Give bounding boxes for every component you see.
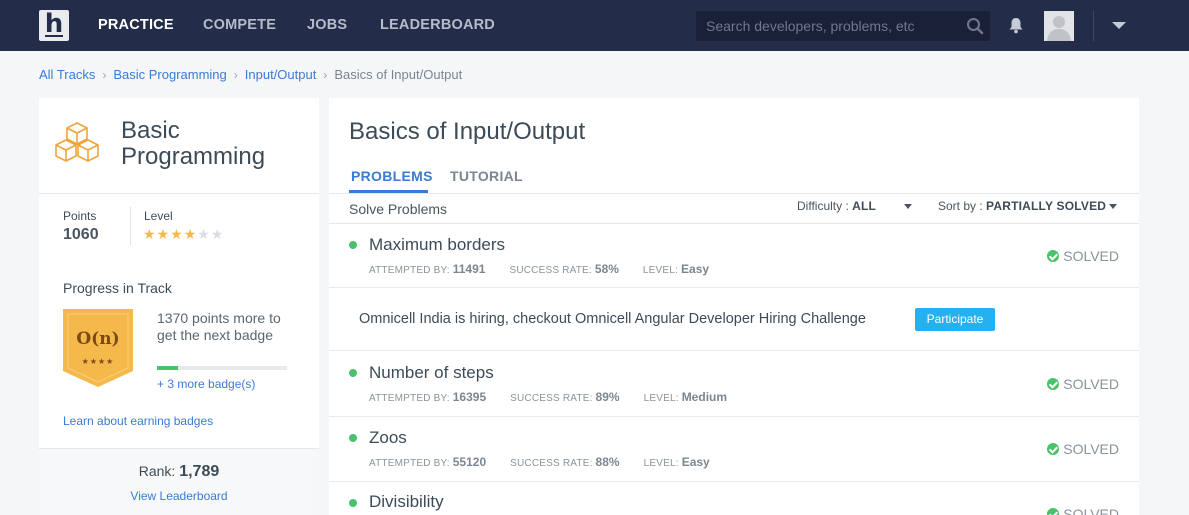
badge-icon: [63, 309, 133, 392]
search-input[interactable]: [696, 11, 958, 41]
badge-progress-bar: [157, 366, 287, 370]
badge-label: O(n): [76, 329, 120, 349]
breadcrumb-input-output[interactable]: Input/Output: [245, 67, 317, 82]
next-badge-text: 1370 points more to get the next badge: [157, 310, 281, 343]
avatar[interactable]: [1044, 11, 1074, 41]
participate-button[interactable]: Participate: [915, 308, 995, 331]
breadcrumb-all-tracks[interactable]: All Tracks: [39, 67, 95, 82]
star-filled-icon: ★: [156, 227, 171, 243]
points-label: Points: [63, 209, 97, 223]
breadcrumb-current: Basics of Input/Output: [334, 67, 463, 82]
chevron-right-icon: ›: [102, 68, 107, 82]
badge-progress-fill: [157, 366, 178, 370]
breadcrumb: All Tracks › Basic Programming › Input/Outpu…: [39, 67, 462, 82]
logo[interactable]: h: [39, 10, 69, 41]
check-icon: [1047, 378, 1060, 390]
solved-dot: [349, 434, 357, 442]
breadcrumb-basic-programming[interactable]: Basic Programming: [113, 67, 226, 82]
nav-practice[interactable]: PRACTICE: [98, 17, 174, 33]
status-badge: SOLVED: [1047, 506, 1119, 515]
star-empty-icon: ★: [210, 227, 225, 243]
star-empty-icon: ★: [197, 227, 211, 243]
problem-row[interactable]: Number of steps ATTEMPTED BY: 16395 SUCCE…: [329, 352, 1139, 417]
page-title: Basics of Input/Output: [349, 118, 586, 145]
track-sidebar: Basic Programming Points 1060 Level ★★★★…: [39, 98, 319, 515]
tab-problems[interactable]: PROBLEMS: [351, 168, 433, 184]
problem-meta: ATTEMPTED BY: 11491 SUCCESS RATE: 58% LEVE…: [369, 262, 710, 276]
tab-tutorial[interactable]: TUTORIAL: [450, 168, 523, 184]
sort-value: PARTIALLY SOLVED: [986, 199, 1107, 213]
status-badge: SOLVED: [1047, 441, 1119, 457]
nav-jobs[interactable]: JOBS: [307, 17, 347, 33]
view-leaderboard-link[interactable]: View Leaderboard: [39, 489, 319, 503]
problem-name: Zoos: [369, 428, 407, 447]
sort-filter[interactable]: Sort by : PARTIALLY SOLVED: [938, 199, 1118, 213]
progress-title: Progress in Track: [63, 280, 172, 296]
track-title: Basic Programming: [121, 117, 266, 170]
star-filled-icon: ★: [143, 227, 157, 243]
problem-row[interactable]: Maximum borders ATTEMPTED BY: 11491 SUCCE…: [329, 224, 1139, 288]
logo-letter: h: [44, 9, 64, 39]
chevron-down-icon: [904, 204, 913, 210]
rank-value: 1,789: [179, 463, 220, 480]
problem-row[interactable]: Divisibility SOLVED: [329, 482, 1139, 515]
problems-panel: Basics of Input/Output PROBLEMS TUTORIAL…: [329, 98, 1139, 515]
check-icon: [1047, 443, 1060, 455]
problem-meta: ATTEMPTED BY: 55120 SUCCESS RATE: 88% LEVE…: [369, 455, 710, 469]
nav-leaderboard[interactable]: LEADERBOARD: [380, 17, 495, 33]
rank-box: Rank: 1,789 View Leaderboard: [39, 449, 319, 515]
chevron-down-icon[interactable]: [1112, 22, 1126, 29]
badge-stars: ★★★★: [81, 357, 115, 366]
status-badge: SOLVED: [1047, 376, 1119, 392]
status-badge: SOLVED: [1047, 248, 1119, 264]
solved-dot: [349, 241, 357, 249]
hiring-text: Omnicell India is hiring, checkout Omnic…: [359, 311, 866, 327]
chevron-right-icon: ›: [233, 68, 238, 82]
difficulty-value: ALL: [852, 199, 877, 213]
difficulty-filter[interactable]: Difficulty : ALL: [797, 199, 913, 213]
cubes-icon: [53, 120, 103, 169]
problem-row[interactable]: Zoos ATTEMPTED BY: 55120 SUCCESS RATE: 88…: [329, 417, 1139, 482]
search-icon[interactable]: [966, 17, 984, 40]
search-box: [696, 11, 990, 41]
problem-meta: ATTEMPTED BY: 16395 SUCCESS RATE: 89% LEVE…: [369, 390, 728, 404]
learn-badges-link[interactable]: Learn about earning badges: [63, 414, 213, 428]
top-nav: h PRACTICE COMPETE JOBS LEADERBOARD: [0, 0, 1189, 51]
chevron-down-icon: [1109, 204, 1118, 210]
star-filled-icon: ★: [170, 227, 184, 243]
star-filled-icon: ★: [183, 227, 198, 243]
level-label: Level: [144, 209, 173, 223]
solved-dot: [349, 369, 357, 377]
more-badges-link[interactable]: + 3 more badge(s): [157, 377, 255, 391]
nav-compete[interactable]: COMPETE: [203, 17, 276, 33]
check-icon: [1047, 250, 1060, 262]
solved-dot: [349, 499, 357, 507]
problem-name: Divisibility: [369, 492, 444, 511]
check-icon: [1047, 508, 1060, 515]
rank: Rank: 1,789: [138, 463, 220, 480]
level-stars: ★★★★★★: [143, 227, 224, 243]
bell-icon[interactable]: [1008, 17, 1024, 39]
hiring-banner: Omnicell India is hiring, checkout Omnic…: [329, 288, 1139, 351]
problem-name: Maximum borders: [369, 235, 506, 254]
points-value: 1060: [63, 226, 99, 243]
solve-problems-label: Solve Problems: [349, 201, 448, 217]
problem-name: Number of steps: [369, 363, 494, 382]
chevron-right-icon: ›: [323, 68, 328, 82]
